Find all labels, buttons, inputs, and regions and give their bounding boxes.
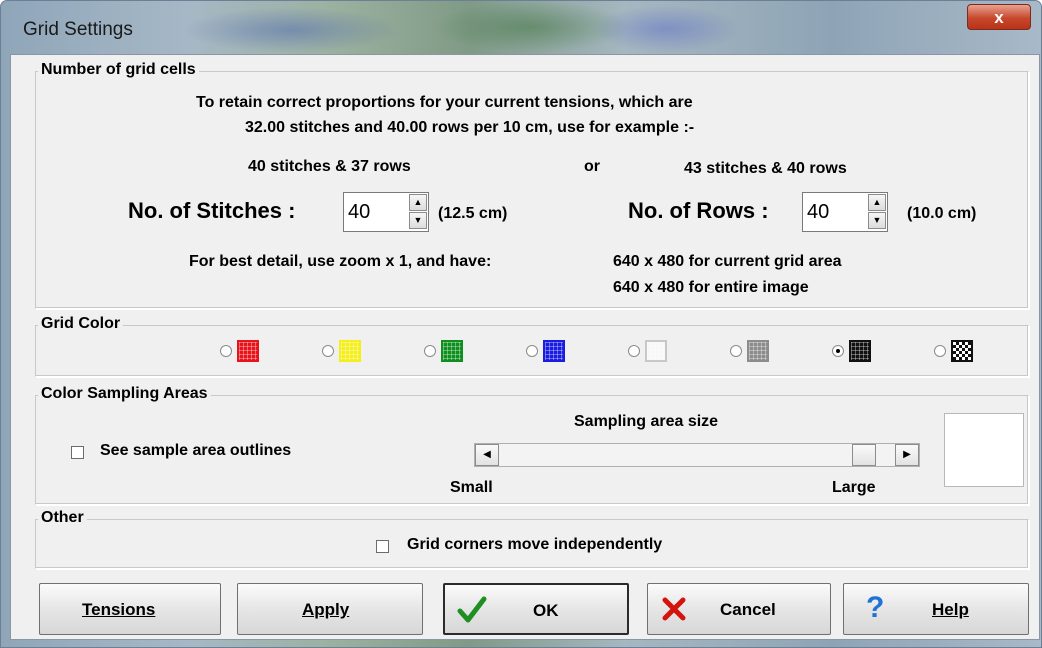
grid-color-swatch-gray[interactable] xyxy=(747,340,769,362)
sampling-size-label: Sampling area size xyxy=(574,413,719,430)
slider-max-label: Large xyxy=(832,479,876,496)
help-button[interactable]: ? Help xyxy=(843,583,1029,635)
question-icon: ? xyxy=(866,591,885,624)
stitches-spinner[interactable]: 40 ▲ ▼ xyxy=(343,192,429,232)
grid-settings-window: Grid Settings x Number of grid cells To … xyxy=(0,0,1042,648)
grid-color-radio-green[interactable] xyxy=(424,345,436,357)
tensions-button[interactable]: Tensions xyxy=(39,583,221,635)
grid-color-radio-yellow[interactable] xyxy=(322,345,334,357)
corners-independent-label[interactable]: Grid corners move independently xyxy=(407,536,662,554)
grid-color-radio-white[interactable] xyxy=(628,345,640,357)
tensions-button-label: Tensions xyxy=(82,600,156,619)
grid-color-swatch-yellow[interactable] xyxy=(339,340,361,362)
dialog-body: Number of grid cells To retain correct p… xyxy=(10,54,1040,640)
grid-color-radio-red[interactable] xyxy=(220,345,232,357)
group-other: Other Grid corners move independently xyxy=(35,509,1029,569)
spin-up-icon[interactable]: ▲ xyxy=(409,194,427,211)
example-1: 40 stitches & 37 rows xyxy=(248,158,411,175)
info-line-1: To retain correct proportions for your c… xyxy=(196,94,693,111)
sample-outlines-label[interactable]: See sample area outlines xyxy=(100,442,291,460)
group-grid-cells: Number of grid cells To retain correct p… xyxy=(35,61,1029,309)
checkmark-icon xyxy=(457,596,487,623)
spin-up-icon[interactable]: ▲ xyxy=(868,194,886,211)
grid-color-radio-gray[interactable] xyxy=(730,345,742,357)
group-title: Other xyxy=(38,509,87,527)
spin-down-icon[interactable]: ▼ xyxy=(409,212,427,229)
group-title: Grid Color xyxy=(38,315,124,333)
cancel-button-label: Cancel xyxy=(720,600,776,619)
sample-outlines-checkbox[interactable] xyxy=(71,446,84,459)
rows-spinner-arrows[interactable]: ▲ ▼ xyxy=(867,193,887,231)
ok-button[interactable]: OK xyxy=(443,583,629,635)
group-color-sampling: Color Sampling Areas See sample area out… xyxy=(35,385,1029,505)
title-bar-decoration xyxy=(591,5,741,53)
or-label: or xyxy=(584,158,600,175)
slider-thumb[interactable] xyxy=(852,444,876,466)
help-button-label: Help xyxy=(932,600,969,619)
example-2: 43 stitches & 40 rows xyxy=(684,160,847,177)
apply-button[interactable]: Apply xyxy=(237,583,423,635)
grid-color-swatch-black[interactable] xyxy=(849,340,871,362)
slider-min-label: Small xyxy=(450,479,493,496)
cancel-button[interactable]: Cancel xyxy=(647,583,831,635)
grid-color-radio-blue[interactable] xyxy=(526,345,538,357)
scroll-right-icon[interactable]: ▶ xyxy=(895,444,919,466)
scroll-left-icon[interactable]: ◀ xyxy=(475,444,499,466)
apply-button-label: Apply xyxy=(302,600,350,619)
group-title: Number of grid cells xyxy=(38,61,199,79)
grid-color-swatch-green[interactable] xyxy=(441,340,463,362)
grid-color-radio-black[interactable] xyxy=(832,345,844,357)
stitches-value[interactable]: 40 xyxy=(348,201,370,224)
grid-color-radio-pattern[interactable] xyxy=(934,345,946,357)
spin-down-icon[interactable]: ▼ xyxy=(868,212,886,229)
grid-color-swatch-red[interactable] xyxy=(237,340,259,362)
detail-line-2: 640 x 480 for entire image xyxy=(613,279,809,296)
rows-spinner[interactable]: 40 ▲ ▼ xyxy=(802,192,888,232)
rows-label: No. of Rows : xyxy=(628,198,769,223)
title-bar-decoration xyxy=(181,7,401,53)
close-icon: x xyxy=(994,8,1004,27)
group-grid-color: Grid Color xyxy=(35,315,1029,377)
grid-color-swatch-pattern[interactable] xyxy=(951,340,973,362)
ok-button-label: OK xyxy=(533,601,559,620)
cross-icon xyxy=(662,597,686,621)
stitches-cm: (12.5 cm) xyxy=(438,205,508,222)
rows-value[interactable]: 40 xyxy=(807,201,829,224)
close-button[interactable]: x xyxy=(967,4,1031,30)
sample-preview-box xyxy=(944,413,1024,487)
window-title: Grid Settings xyxy=(23,19,133,40)
corners-independent-checkbox[interactable] xyxy=(376,540,389,553)
stitches-spinner-arrows[interactable]: ▲ ▼ xyxy=(408,193,428,231)
detail-line-1: 640 x 480 for current grid area xyxy=(613,253,842,270)
stitches-label: No. of Stitches : xyxy=(128,198,296,223)
rows-cm: (10.0 cm) xyxy=(907,205,977,222)
info-line-2: 32.00 stitches and 40.00 rows per 10 cm,… xyxy=(245,119,695,136)
sampling-size-slider[interactable]: ◀ ▶ xyxy=(474,443,920,467)
title-bar[interactable]: Grid Settings x xyxy=(1,1,1041,53)
group-title: Color Sampling Areas xyxy=(38,385,211,403)
grid-color-swatch-blue[interactable] xyxy=(543,340,565,362)
detail-label: For best detail, use zoom x 1, and have: xyxy=(189,253,492,270)
grid-color-swatch-white[interactable] xyxy=(645,340,667,362)
